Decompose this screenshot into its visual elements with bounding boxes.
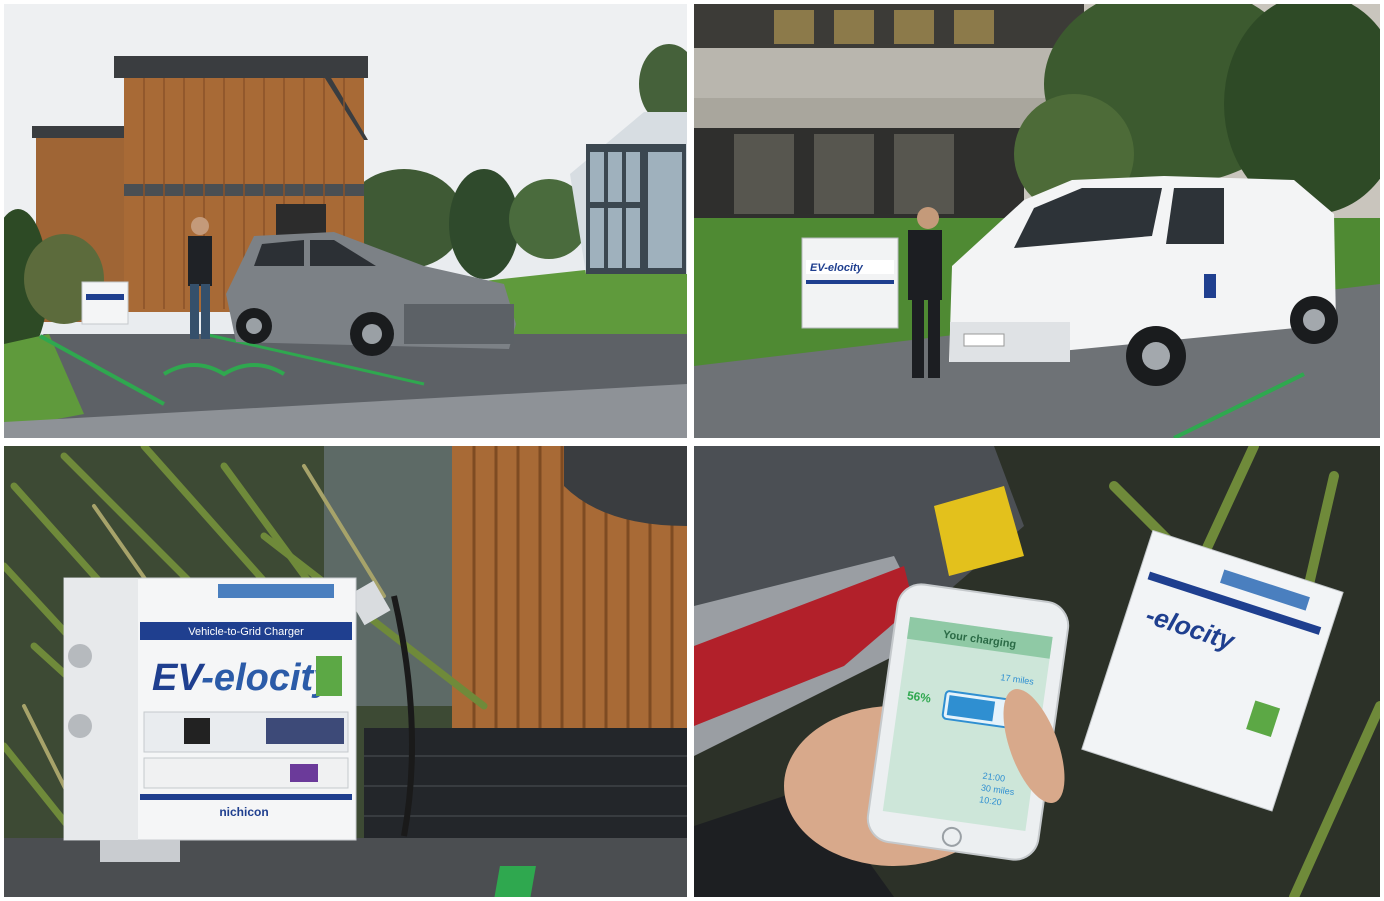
charger-brand-prefix: EV xyxy=(152,657,205,699)
svg-text:EV-elocity: EV-elocity xyxy=(152,657,336,699)
charger-brand-suffix: -elocity xyxy=(201,657,336,699)
photo-phone-scene: -elocity Your charging 56% 17 miles 21:0… xyxy=(694,446,1380,897)
van-brand-suffix: -elocity xyxy=(824,262,863,274)
photo-charger-closeup: Vehicle-to-Grid Charger EV-elocity nichi… xyxy=(4,446,687,897)
charger-maker: nichicon xyxy=(219,805,268,819)
photo-charger-scene: Vehicle-to-Grid Charger EV-elocity nichi… xyxy=(4,446,687,897)
charger-subtitle: Vehicle-to-Grid Charger xyxy=(188,626,304,638)
photo-suv-scene xyxy=(4,4,687,438)
photo-van-charging: EV-elocity xyxy=(694,4,1380,438)
svg-text:EV-elocity: EV-elocity xyxy=(810,262,864,274)
photo-suv-charging xyxy=(4,4,687,438)
photo-van-scene: EV-elocity xyxy=(694,4,1380,438)
photo-phone-app: -elocity Your charging 56% 17 miles 21:0… xyxy=(694,446,1380,897)
